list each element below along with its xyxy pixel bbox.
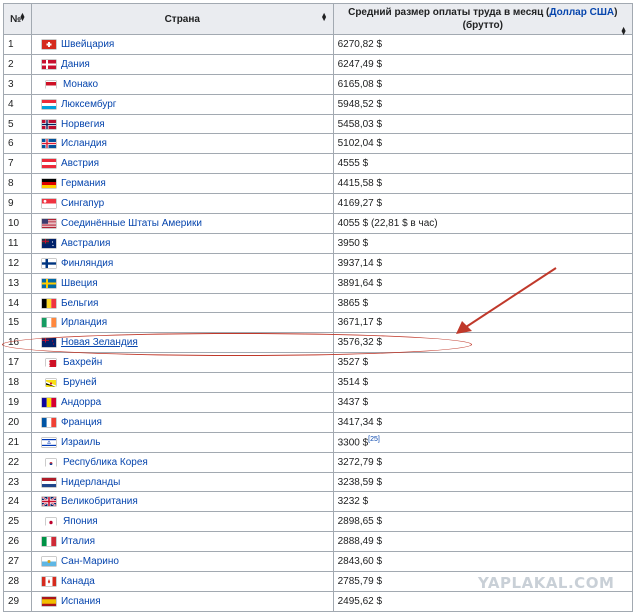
red-arrow-annotation xyxy=(456,267,557,334)
watermark: YAPLAKAL.COM xyxy=(478,574,615,592)
